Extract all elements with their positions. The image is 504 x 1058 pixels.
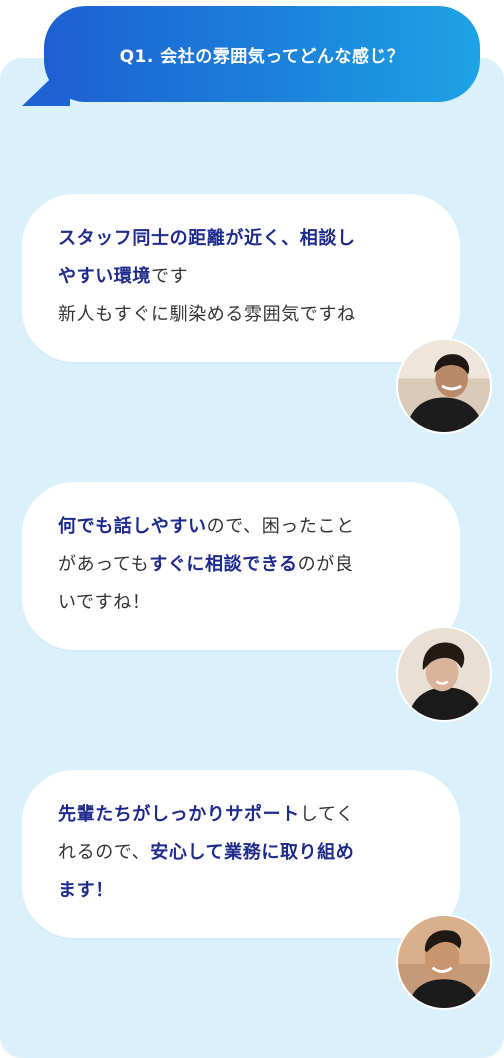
highlight-text: スタッフ同士の距離が近く、相談し (58, 228, 356, 249)
highlight-text: ます！ (58, 880, 114, 901)
staff-avatar-2 (396, 626, 492, 722)
answer-1-line-1: スタッフ同士の距離が近く、相談し (58, 220, 430, 258)
staff-avatar-1 (396, 338, 492, 434)
staff-avatar-3 (396, 914, 492, 1010)
answer-card-2: 何でも話しやすいので、困ったこと があってもすぐに相談できるのが良 いですね！ (22, 482, 460, 650)
answer-2-line-2: があってもすぐに相談できるのが良 (58, 546, 430, 584)
answer-card-3: 先輩たちがしっかりサポートしてく れるので、安心して業務に取り組め ます！ (22, 770, 460, 938)
answer-3-line-3: ます！ (58, 872, 430, 910)
plain-text: があっても (58, 554, 150, 575)
faq-section: Q1. 会社の雰囲気ってどんな感じ？ スタッフ同士の距離が近く、相談し やすい環… (0, 0, 504, 1058)
highlight-text: すぐに相談できる (149, 554, 298, 575)
question-bubble: Q1. 会社の雰囲気ってどんな感じ？ (44, 6, 480, 102)
highlight-text: やすい環境 (58, 266, 151, 287)
plain-text: 新人もすぐに馴染める雰囲気ですね (58, 304, 356, 325)
answer-1-line-2: やすい環境です (58, 258, 430, 296)
plain-text: してく (299, 804, 355, 825)
plain-text: のが良 (297, 554, 354, 575)
highlight-text: 何でも話しやすい (58, 516, 207, 537)
question-label: Q1. 会社の雰囲気ってどんな感じ？ (119, 46, 405, 67)
answer-card-1: スタッフ同士の距離が近く、相談し やすい環境です 新人もすぐに馴染める雰囲気です… (22, 194, 460, 362)
plain-text: いですね！ (58, 592, 151, 613)
answer-3-line-1: 先輩たちがしっかりサポートしてく (58, 796, 430, 834)
answer-2-line-1: 何でも話しやすいので、困ったこと (58, 508, 430, 546)
answer-3-line-2: れるので、安心して業務に取り組め (58, 834, 430, 872)
plain-text: ので、困ったこと (206, 516, 355, 537)
highlight-text: 安心して業務に取り組め (150, 842, 355, 863)
highlight-text: 先輩たちがしっかりサポート (58, 804, 300, 825)
answer-1-line-3: 新人もすぐに馴染める雰囲気ですね (58, 296, 430, 334)
plain-text: れるので、 (58, 842, 151, 863)
answer-2-line-3: いですね！ (58, 584, 430, 622)
plain-text: です (151, 266, 189, 287)
